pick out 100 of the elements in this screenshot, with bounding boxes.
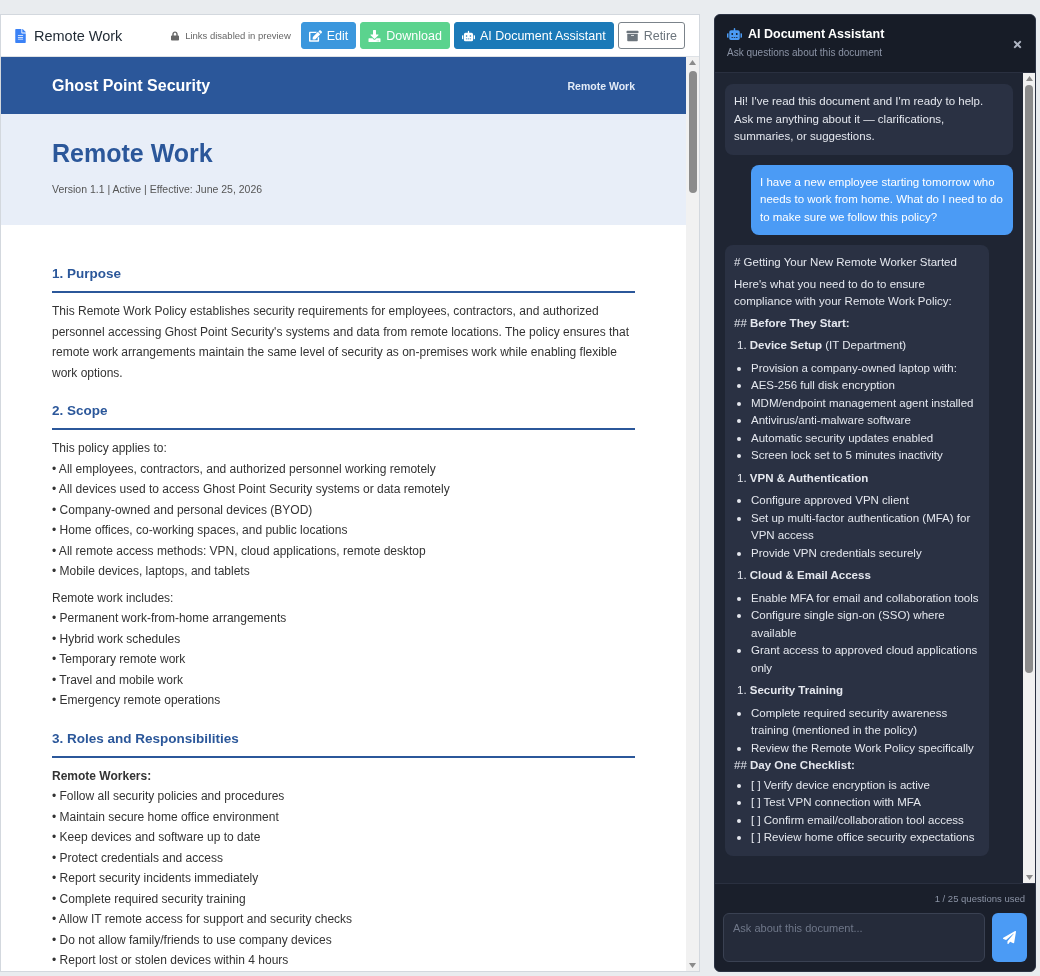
list-item: Complete required security awareness training (mentioned in the policy): [751, 705, 949, 738]
retire-button[interactable]: Retire: [617, 22, 685, 49]
bullet-icon: [737, 384, 741, 388]
bullet-icon: [737, 401, 741, 406]
list-item: [ ] Test VPN connection with MFA: [751, 795, 921, 810]
list-item: [ ] Review home office security expectations: [751, 830, 975, 845]
bullet-item: • Company-owned and personal devices (BYOD): [52, 501, 314, 519]
bullet-item: • Protect credentials and access: [52, 849, 224, 867]
list-item: MDM/endpoint management agent installed: [751, 395, 974, 411]
list-item: Provision a company-owned laptop with:: [751, 360, 957, 376]
bullet-icon: [737, 649, 741, 653]
bullet-icon: [737, 614, 741, 618]
scroll-down-icon[interactable]: [1025, 875, 1033, 880]
bullet-item: • All employees, contractors, and authorized personnel working remotely: [52, 460, 437, 478]
bullet-item: • Emergency remote operations: [52, 692, 222, 709]
assistant-message: Hi! I've read this document and I'm ready to help. Ask me anything about it — clarifications, summaries, or suggestions.: [725, 84, 1013, 155]
usage-counter: 1 / 25 questions used: [934, 892, 1026, 905]
list-intro: Remote work includes:: [52, 589, 175, 607]
bullet-icon: [737, 366, 741, 371]
list-item: Configure single sign-on (SSO) where available: [751, 608, 946, 641]
bullet-icon: [737, 801, 741, 805]
list-item: Antivirus/anti-malware software: [751, 413, 911, 428]
send-icon: [1003, 931, 1016, 944]
robot-icon: [727, 28, 742, 40]
bullet-icon: [737, 551, 741, 556]
download-icon: [368, 29, 382, 42]
bullet-icon: [737, 836, 741, 840]
step-heading: 1. Cloud & Email Access: [737, 568, 872, 583]
send-button[interactable]: [992, 913, 1027, 962]
bullet-item: • Mobile devices, laptops, and tablets: [52, 563, 251, 580]
edit-icon: [308, 29, 322, 42]
list-item: Review the Remote Work Policy specifically: [751, 740, 974, 756]
close-icon: [1011, 38, 1023, 50]
bullet-item: • Report lost or stolen devices within 4 hours: [52, 952, 290, 969]
section-heading: 1. Purpose: [52, 265, 635, 293]
scroll-down-icon[interactable]: [689, 963, 696, 968]
user-message: I have a new employee starting tomorrow who needs to work from home. What do I need to do to make sure we follow this policy?: [751, 164, 1013, 235]
scroll-up-icon[interactable]: [689, 60, 696, 65]
list-item: AES-256 full disk encryption: [751, 378, 895, 393]
step-heading: 1. Security Training: [737, 683, 845, 698]
bullet-icon: [737, 436, 741, 441]
bullet-item: • Permanent work-from-home arrangements: [52, 610, 288, 627]
message-text: # Getting Your New Remote Worker Started: [734, 255, 958, 270]
list-item: Screen lock set to 5 minutes inactivity: [751, 448, 943, 463]
document-name: Remote Work: [34, 27, 123, 44]
bullet-item: • Home offices, co-working spaces, and public locations: [52, 522, 349, 539]
bullet-item: • Keep devices and software up to date: [52, 829, 262, 846]
bullet-item: • Complete required security training: [52, 890, 247, 908]
archive-icon: [625, 29, 639, 42]
document-title: Remote Work: [52, 138, 214, 168]
subheading: Remote Workers:: [52, 767, 153, 785]
message-input[interactable]: Ask about this document...: [723, 913, 985, 962]
message-subheading: ## Day One Checklist:: [734, 758, 856, 773]
links-notice: Links disabled in preview: [185, 30, 291, 41]
bullet-item: • Maintain secure home office environment: [52, 808, 280, 826]
list-item: Set up multi-factor authentication (MFA) for VPN access: [751, 510, 972, 543]
robot-icon: [461, 29, 475, 42]
bullet-icon: [737, 454, 741, 458]
edit-button[interactable]: Edit: [300, 22, 357, 49]
bullet-item: • Do not allow family/friends to use company devices: [52, 931, 333, 949]
bullet-item: • Allow IT remote access for support and security checks: [52, 911, 354, 928]
list-item: [ ] Verify device encryption is active: [751, 777, 930, 793]
bullet-item: • All devices used to access Ghost Point Security systems or data remotely: [52, 481, 451, 498]
list-item: Grant access to approved cloud applications only: [751, 643, 979, 676]
list-item: Enable MFA for email and collaboration tools: [751, 590, 979, 606]
document-icon: [15, 28, 26, 43]
bullet-icon: [737, 596, 741, 601]
assistant-button[interactable]: AI Document Assistant: [453, 22, 614, 49]
scrollbar-thumb[interactable]: [1025, 85, 1033, 673]
step-heading: 1. VPN & Authentication: [737, 470, 870, 486]
chat-title: AI Document Assistant: [748, 26, 885, 42]
scroll-up-icon[interactable]: [1025, 76, 1033, 81]
chat-subtitle: Ask questions about this document: [727, 46, 884, 59]
scrollbar[interactable]: [1023, 73, 1035, 883]
bullet-icon: [737, 711, 741, 716]
list-item: Automatic security updates enabled: [751, 430, 934, 446]
scrollbar-thumb[interactable]: [688, 71, 697, 193]
section-heading: 3. Roles and Responsibilities: [52, 729, 635, 758]
bullet-icon: [737, 419, 741, 423]
bullet-item: • Report security incidents immediately: [52, 870, 260, 887]
list-item: Configure approved VPN client: [751, 493, 909, 508]
close-button[interactable]: [1011, 38, 1023, 50]
banner-document-title: Remote Work: [567, 79, 635, 92]
bullet-item: • All remote access methods: VPN, cloud applications, remote desktop: [52, 542, 427, 560]
lock-icon: [171, 30, 180, 41]
message-subheading: ## Before They Start:: [734, 315, 851, 331]
list-item: [ ] Confirm email/collaboration tool access: [751, 812, 964, 828]
message-text: Here's what you need to do to ensure compliance with your Remote Work Policy:: [734, 276, 953, 309]
bullet-item: • Temporary remote work: [52, 651, 187, 668]
bullet-icon: [737, 746, 741, 751]
document-meta: Version 1.1 | Active | Effective: June 25, 2026: [52, 182, 264, 196]
scrollbar[interactable]: [686, 57, 699, 971]
paragraph-text: This Remote Work Policy establishes security requirements for employees, contractors, and authorized personnel accessing Ghost Point Security's systems and data from remote locations. The policy ensures that remote work arrangements maintain the same level of security as on-premises work while enabling flexible work options.: [52, 303, 631, 382]
bullet-icon: [737, 818, 741, 823]
list-intro: This policy applies to:: [52, 440, 168, 457]
bullet-item: • Follow all security policies and procedures: [52, 788, 286, 805]
bullet-icon: [737, 499, 741, 503]
bullet-item: • Travel and mobile work: [52, 671, 184, 689]
bullet-icon: [737, 516, 741, 521]
section-heading: 2. Scope: [52, 402, 635, 430]
